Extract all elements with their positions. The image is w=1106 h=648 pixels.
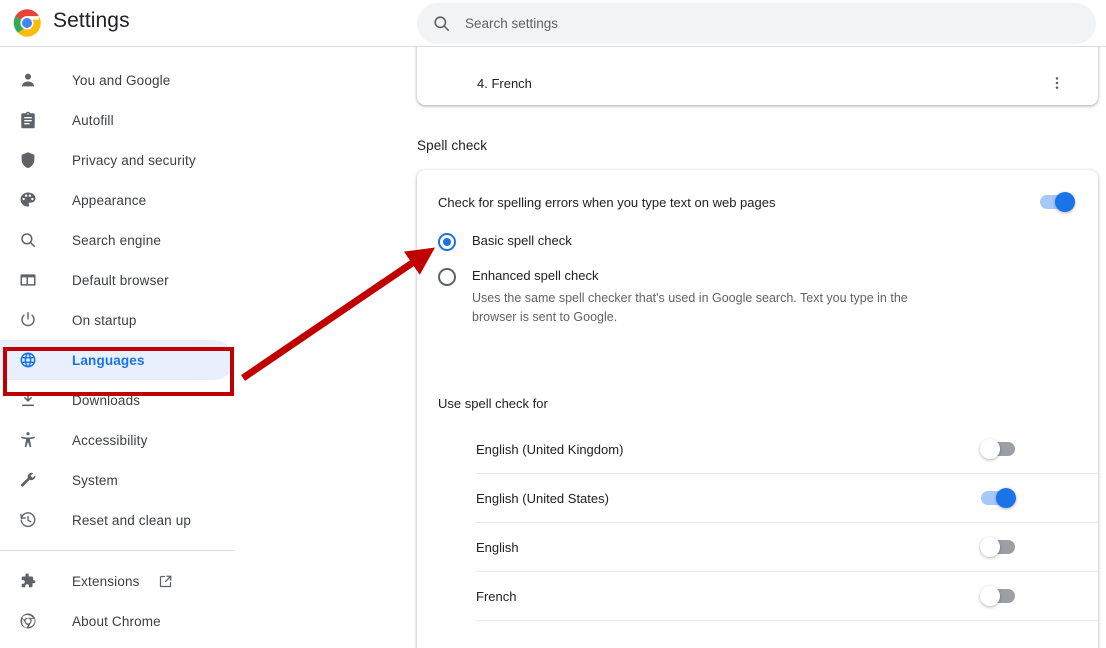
toggle-knob (980, 586, 1000, 606)
sidebar-item-extensions[interactable]: Extensions (0, 561, 234, 601)
sidebar-item-on-startup[interactable]: On startup (0, 300, 234, 340)
enhanced-spell-check-label: Enhanced spell check (472, 268, 598, 283)
sidebar-item-label: On startup (72, 313, 137, 328)
sidebar-item-label: Default browser (72, 273, 169, 288)
clipboard-icon (18, 110, 38, 130)
language-toggle[interactable] (981, 540, 1015, 554)
toggle-knob (980, 439, 1000, 459)
sidebar-item-you-and-google[interactable]: You and Google (0, 60, 234, 100)
language-row[interactable]: 4. French (417, 61, 1098, 105)
sidebar-divider (0, 550, 234, 551)
enhanced-spell-check-description: Uses the same spell checker that's used … (472, 289, 942, 327)
language-toggle[interactable] (981, 491, 1015, 505)
sidebar-item-label: System (72, 473, 118, 488)
check-spelling-errors-row[interactable]: Check for spelling errors when you type … (417, 170, 1098, 234)
sidebar-item-label: Privacy and security (72, 153, 196, 168)
download-icon (18, 390, 38, 410)
language-label: English (United States) (476, 491, 609, 506)
check-spelling-errors-label: Check for spelling errors when you type … (438, 195, 775, 210)
language-label: English (United Kingdom) (476, 442, 623, 457)
sidebar-item-label: Search engine (72, 233, 161, 248)
more-vert-icon[interactable] (1044, 70, 1070, 96)
spell-check-language-row[interactable]: English (United Kingdom) (476, 425, 1098, 474)
sidebar-item-label: Accessibility (72, 433, 147, 448)
settings-main-content: 4. French Spell check Check for spelling… (256, 47, 1106, 648)
sidebar-item-reset-and-clean-up[interactable]: Reset and clean up (0, 500, 234, 540)
sidebar-item-search-engine[interactable]: Search engine (0, 220, 234, 260)
spell-check-heading: Spell check (417, 138, 487, 153)
sidebar-item-downloads[interactable]: Downloads (0, 380, 234, 420)
spell-check-language-list: English (United Kingdom) English (United… (417, 425, 1098, 621)
spell-check-mode-radio-group: Basic spell check Enhanced spell check U… (417, 232, 1098, 327)
sidebar-item-autofill[interactable]: Autofill (0, 100, 234, 140)
person-icon (18, 70, 38, 90)
shield-icon (18, 150, 38, 170)
spell-check-language-row[interactable]: French (476, 572, 1098, 621)
sidebar-item-label: About Chrome (72, 614, 161, 629)
sidebar-item-about-chrome[interactable]: About Chrome (0, 601, 234, 641)
language-toggle[interactable] (981, 442, 1015, 456)
accessibility-icon (18, 430, 38, 450)
chrome-logo-icon (12, 8, 42, 38)
search-icon (417, 3, 465, 44)
languages-order-card: 4. French (417, 47, 1098, 105)
history-restore-icon (18, 510, 38, 530)
open-in-new-icon (158, 574, 173, 589)
sidebar-item-accessibility[interactable]: Accessibility (0, 420, 234, 460)
sidebar-item-label: Downloads (72, 393, 140, 408)
chrome-logo-icon (18, 611, 38, 631)
sidebar-item-label: You and Google (72, 73, 170, 88)
sidebar-item-privacy-and-security[interactable]: Privacy and security (0, 140, 234, 180)
sidebar-item-label: Languages (72, 353, 145, 368)
sidebar-item-appearance[interactable]: Appearance (0, 180, 234, 220)
language-label: English (476, 540, 519, 555)
search-input[interactable] (465, 3, 1096, 44)
toggle-knob (980, 537, 1000, 557)
radio-button-icon (438, 233, 456, 251)
palette-icon (18, 190, 38, 210)
spell-check-language-row[interactable]: English (United States) (476, 474, 1098, 523)
enhanced-spell-check-radio[interactable]: Enhanced spell check Uses the same spell… (417, 267, 1098, 327)
language-toggle[interactable] (981, 589, 1015, 603)
radio-button-icon (438, 268, 456, 286)
sidebar-item-label: Autofill (72, 113, 114, 128)
sidebar-item-default-browser[interactable]: Default browser (0, 260, 234, 300)
sidebar-item-label: Reset and clean up (72, 513, 191, 528)
use-spell-check-for-label: Use spell check for (438, 396, 548, 411)
sidebar-item-languages[interactable]: Languages (0, 340, 234, 380)
puzzle-icon (18, 571, 38, 591)
language-label: French (476, 589, 516, 604)
settings-sidebar: You and Google Autofill Privacy and secu… (0, 47, 256, 648)
sidebar-item-label: Appearance (72, 193, 146, 208)
check-spelling-errors-toggle[interactable] (1040, 195, 1074, 209)
sidebar-item-system[interactable]: System (0, 460, 234, 500)
toggle-knob (1055, 192, 1075, 212)
globe-icon (18, 350, 38, 370)
sidebar-item-label: Extensions (72, 574, 140, 589)
basic-spell-check-label: Basic spell check (472, 233, 572, 248)
language-row-label: 4. French (477, 76, 532, 91)
spell-check-card: Check for spelling errors when you type … (417, 170, 1098, 648)
basic-spell-check-radio[interactable]: Basic spell check (417, 232, 1098, 251)
search-settings-box[interactable] (417, 3, 1096, 44)
search-icon (18, 230, 38, 250)
customize-spell-check-row[interactable]: Customize spell check (417, 629, 1098, 648)
wrench-icon (18, 470, 38, 490)
spell-check-language-row[interactable]: English (476, 523, 1098, 572)
browser-window-icon (18, 270, 38, 290)
page-title: Settings (53, 9, 130, 33)
power-icon (18, 310, 38, 330)
toggle-knob (996, 488, 1016, 508)
settings-header: Settings (0, 0, 1106, 47)
